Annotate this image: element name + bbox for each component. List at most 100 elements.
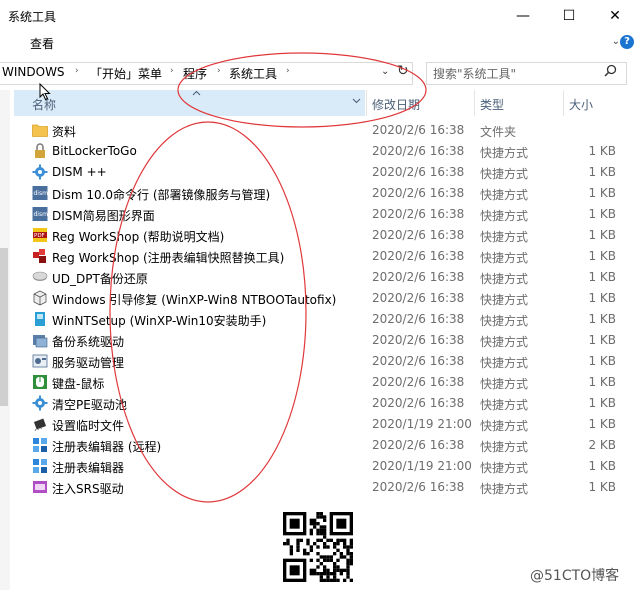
file-type: 快捷方式 xyxy=(480,230,529,244)
file-name: Reg WorkShop (注册表编辑快照替换工具) xyxy=(52,251,285,265)
minimize-button[interactable]: — xyxy=(500,0,546,31)
window-title: 系统工具 xyxy=(8,10,57,24)
file-date: 2020/2/6 16:38 xyxy=(372,144,465,158)
file-date: 2020/2/6 16:38 xyxy=(372,123,465,137)
file-size: 1 KB xyxy=(588,186,616,200)
file-row[interactable] xyxy=(30,370,638,391)
refresh-icon[interactable]: ↻ xyxy=(397,63,409,79)
dism-icon: dism xyxy=(32,185,48,201)
file-type: 快捷方式 xyxy=(480,461,529,475)
file-size: 1 KB xyxy=(588,333,616,347)
file-name: 资料 xyxy=(52,125,77,139)
file-type: 快捷方式 xyxy=(480,419,529,433)
file-type: 快捷方式 xyxy=(480,293,529,307)
file-type: 快捷方式 xyxy=(480,398,529,412)
keyboard-mouse-icon xyxy=(32,374,48,390)
chevron-down-icon[interactable] xyxy=(352,97,361,107)
file-size: 1 KB xyxy=(588,165,616,179)
file-size: 1 KB xyxy=(588,375,616,389)
search-input[interactable]: 搜索"系统工具" xyxy=(433,65,516,82)
service-icon xyxy=(32,353,48,369)
file-name: Reg WorkShop (帮助说明文档) xyxy=(52,230,225,244)
address-dropdown-icon[interactable]: ⌄ xyxy=(381,66,389,77)
file-date: 2020/2/6 16:38 xyxy=(372,375,465,389)
sort-ascending-icon xyxy=(192,89,201,99)
column-header-date[interactable]: 修改日期 xyxy=(372,96,420,113)
chevron-down-icon[interactable]: ⌄ xyxy=(612,36,620,47)
file-name: 注册表编辑器 (远程) xyxy=(52,440,162,454)
chip-icon xyxy=(32,416,48,432)
file-type: 快捷方式 xyxy=(480,209,529,223)
file-type: 快捷方式 xyxy=(480,377,529,391)
search-icon[interactable] xyxy=(604,64,617,81)
file-type: 快捷方式 xyxy=(480,335,529,349)
file-type: 快捷方式 xyxy=(480,146,529,160)
file-date: 2020/2/6 16:38 xyxy=(372,438,465,452)
file-name: 键盘-鼠标 xyxy=(52,377,105,391)
file-date: 2020/2/6 16:38 xyxy=(372,270,465,284)
file-name: WinNTSetup (WinXP-Win10安装助手) xyxy=(52,314,267,328)
file-size: 1 KB xyxy=(588,312,616,326)
svg-text:dism: dism xyxy=(34,190,49,197)
file-date: 2020/2/6 16:38 xyxy=(372,291,465,305)
file-size: 1 KB xyxy=(588,417,616,431)
column-header-type[interactable]: 类型 xyxy=(480,96,504,113)
column-divider[interactable] xyxy=(563,90,564,116)
file-date: 2020/2/6 16:38 xyxy=(372,249,465,263)
file-name: DISM简易图形界面 xyxy=(52,209,155,223)
file-type: 快捷方式 xyxy=(480,272,529,286)
column-divider[interactable] xyxy=(474,90,475,116)
file-row[interactable] xyxy=(30,160,638,181)
breadcrumb-system-tools[interactable]: 系统工具 xyxy=(229,65,277,82)
drive-icon xyxy=(32,269,48,285)
breadcrumb-windows[interactable]: WINDOWS xyxy=(2,65,65,79)
regedit-icon xyxy=(32,458,48,474)
column-header-name-bg[interactable] xyxy=(14,90,365,116)
file-name: 备份系统驱动 xyxy=(52,335,125,349)
file-size: 1 KB xyxy=(588,228,616,242)
file-size: 1 KB xyxy=(588,207,616,221)
file-row[interactable] xyxy=(30,118,638,139)
file-size: 1 KB xyxy=(588,396,616,410)
column-header-size[interactable]: 大小 xyxy=(569,96,593,113)
gear-icon xyxy=(32,164,48,180)
maximize-button[interactable]: ☐ xyxy=(546,0,592,31)
file-date: 2020/2/6 16:38 xyxy=(372,228,465,242)
file-name: 注入SRS驱动 xyxy=(52,482,124,496)
bitlocker-icon xyxy=(32,143,48,159)
cube-icon xyxy=(32,290,48,306)
breadcrumb-separator[interactable]: › xyxy=(170,66,174,76)
close-button[interactable]: ✕ xyxy=(592,0,638,31)
srs-icon xyxy=(32,479,48,495)
file-date: 2020/1/19 21:00 xyxy=(372,417,472,431)
file-date: 2020/1/19 21:00 xyxy=(372,459,472,473)
file-type: 快捷方式 xyxy=(480,167,529,181)
file-size: 1 KB xyxy=(588,291,616,305)
file-name: 服务驱动管理 xyxy=(52,356,125,370)
dism-icon: dism xyxy=(32,206,48,222)
file-date: 2020/2/6 16:38 xyxy=(372,333,465,347)
mouse-cursor-icon xyxy=(39,82,51,104)
nav-scrollbar-thumb[interactable] xyxy=(0,248,8,406)
file-size: 1 KB xyxy=(588,354,616,368)
file-date: 2020/2/6 16:38 xyxy=(372,186,465,200)
breadcrumb-start-menu[interactable]: 「开始」菜单 xyxy=(90,65,162,82)
tab-view[interactable]: 查看 xyxy=(30,35,54,52)
help-icon[interactable]: ? xyxy=(620,35,634,49)
breadcrumb-separator[interactable]: › xyxy=(217,66,221,76)
file-name: 注册表编辑器 xyxy=(52,461,125,475)
file-name: Dism 10.0命令行 (部署镜像服务与管理) xyxy=(52,188,271,202)
breadcrumb-separator[interactable]: › xyxy=(75,66,79,76)
gear-icon xyxy=(32,395,48,411)
breadcrumb-programs[interactable]: 程序 xyxy=(183,65,207,82)
file-name: Windows 引导修复 (WinXP-Win8 NTBOOTautofix) xyxy=(52,293,337,307)
file-size: 1 KB xyxy=(588,144,616,158)
regedit-icon xyxy=(32,437,48,453)
file-name: BitLockerToGo xyxy=(52,144,137,158)
file-type: 文件夹 xyxy=(480,125,517,139)
breadcrumb-separator[interactable]: › xyxy=(286,66,290,76)
file-name: UD_DPT备份还原 xyxy=(52,272,148,286)
column-divider[interactable] xyxy=(366,90,367,116)
file-size: 1 KB xyxy=(588,270,616,284)
file-type: 快捷方式 xyxy=(480,440,529,454)
